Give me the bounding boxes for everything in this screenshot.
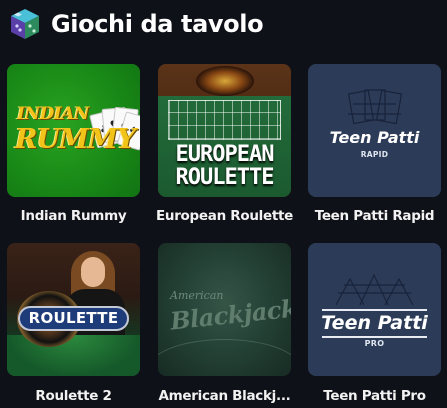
game-thumbnail[interactable]: ♣ ♥ ♠ ♦ INDIAN RUMMY xyxy=(7,64,140,197)
cube-icon xyxy=(11,9,39,39)
game-label[interactable]: Teen Patti Pro xyxy=(302,388,447,404)
thumbnail-title: Teen Patti xyxy=(321,312,428,334)
thumbnail-subtitle: RAPID xyxy=(360,150,389,159)
game-thumbnail[interactable]: ROULETTE xyxy=(7,243,140,376)
game-label[interactable]: Roulette 2 xyxy=(1,388,146,404)
thumbnail-badge: ROULETTE xyxy=(18,306,129,331)
game-label[interactable]: Indian Rummy xyxy=(1,208,146,224)
betting-grid xyxy=(168,100,281,140)
section-header: Giochi da tavolo xyxy=(8,6,264,42)
game-label[interactable]: Teen Patti Rapid xyxy=(302,208,447,224)
game-thumbnail[interactable]: Teen Patti PRO xyxy=(308,243,441,376)
dealer-avatar xyxy=(81,257,105,287)
game-thumbnail[interactable]: Teen Patti RAPID xyxy=(308,64,441,197)
thumbnail-title-line2: ROULETTE xyxy=(175,165,275,190)
thumbnail-subtitle: PRO xyxy=(364,339,385,348)
game-thumbnail[interactable]: American Blackjack xyxy=(158,243,291,376)
roulette-wheel-icon xyxy=(196,66,254,96)
game-label[interactable]: American Blackj... xyxy=(152,388,297,404)
thumbnail-title: Teen Patti xyxy=(329,128,420,147)
thumbnail-title-line1: INDIAN xyxy=(17,104,89,124)
thumbnail-title-line1: American xyxy=(170,289,224,302)
thumbnail-title-line1: EUROPEAN xyxy=(175,142,275,167)
game-thumbnail[interactable]: EUROPEAN ROULETTE xyxy=(158,64,291,197)
thumbnail-title-line2: RUMMY xyxy=(15,124,136,155)
game-label[interactable]: European Roulette xyxy=(152,208,297,224)
section-title: Giochi da tavolo xyxy=(51,10,264,38)
